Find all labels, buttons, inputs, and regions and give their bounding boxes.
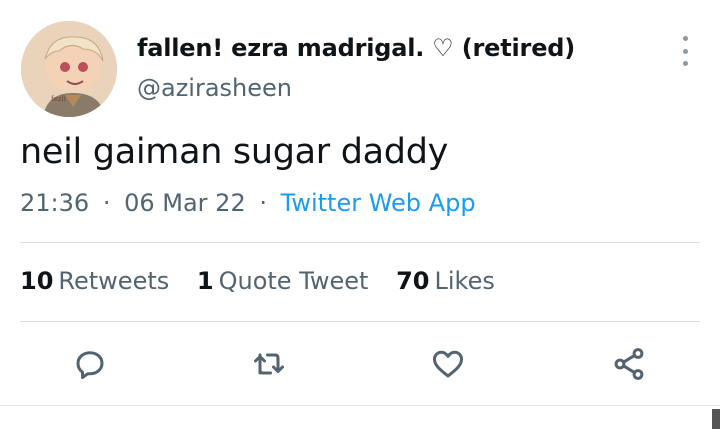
more-options-icon[interactable] (674, 36, 696, 66)
scrollbar-thumb[interactable] (712, 409, 720, 429)
like-button[interactable] (424, 340, 472, 388)
meta-separator: · (259, 189, 267, 217)
share-button[interactable] (605, 340, 653, 388)
likes-count: 70 (396, 267, 430, 295)
tweet-metadata: 21:36 · 06 Mar 22 · Twitter Web App (20, 189, 476, 217)
heart-icon (433, 350, 463, 378)
reply-button[interactable] (66, 340, 114, 388)
more-dot (682, 36, 688, 41)
quote-tweets-count: 1 (196, 267, 214, 295)
retweets-count: 10 (20, 267, 54, 295)
tweet-text: neil gaiman sugar daddy (20, 132, 449, 172)
reply-icon (76, 351, 104, 379)
bottom-divider (0, 405, 720, 406)
avatar-illustration: fezli (21, 21, 117, 117)
tweet-date[interactable]: 06 Mar 22 (124, 189, 246, 217)
divider (20, 242, 700, 243)
tweet-time[interactable]: 21:36 (20, 189, 89, 217)
tweet-source-link[interactable]: Twitter Web App (281, 189, 476, 217)
divider (20, 321, 700, 322)
quote-tweets-label: Quote Tweet (218, 267, 369, 295)
display-name[interactable]: fallen! ezra madrigal. ♡ (retired) (137, 34, 575, 62)
avatar[interactable]: fezli (21, 21, 117, 117)
meta-separator: · (102, 189, 111, 217)
engagement-stats: 10 Retweets 1 Quote Tweet 70 Likes (20, 267, 515, 295)
retweets-label: Retweets (58, 267, 170, 295)
svg-text:fezli: fezli (51, 95, 67, 103)
retweet-button[interactable] (245, 340, 293, 388)
user-handle[interactable]: @azirasheen (137, 74, 292, 102)
likes-label: Likes (434, 267, 495, 295)
retweets-stat[interactable]: 10 Retweets (20, 267, 169, 295)
retweet-icon (254, 353, 284, 375)
more-dot (682, 61, 688, 66)
likes-stat[interactable]: 70 Likes (396, 267, 495, 295)
share-icon (614, 348, 644, 380)
quote-tweets-stat[interactable]: 1 Quote Tweet (197, 267, 369, 295)
more-dot (682, 48, 688, 54)
